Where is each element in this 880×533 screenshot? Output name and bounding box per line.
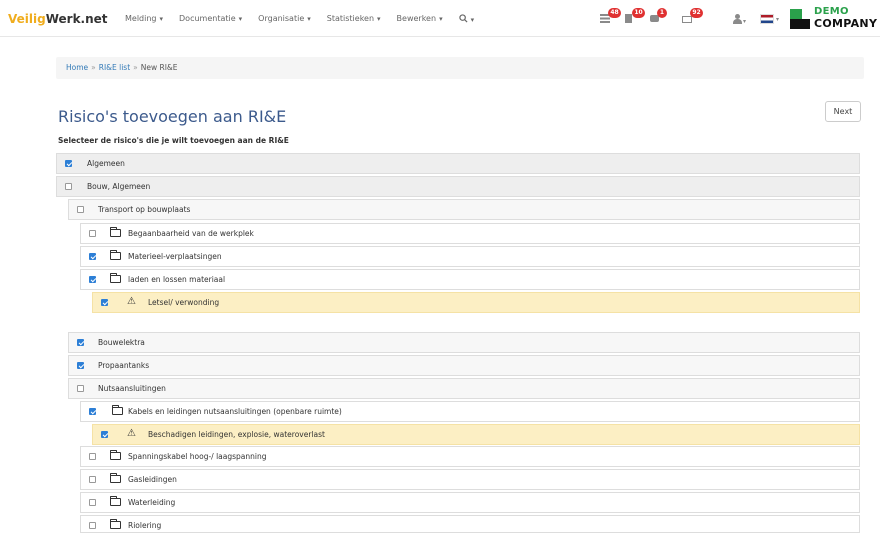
tree-row-riolering[interactable]: Riolering: [80, 515, 860, 533]
checkbox[interactable]: [77, 206, 84, 213]
menu-search[interactable]: ▾: [458, 14, 474, 25]
tree-row-gasleidingen[interactable]: Gasleidingen: [80, 469, 860, 490]
tree-row-label: Spanningskabel hoog-/ laagspanning: [128, 452, 267, 461]
checkbox[interactable]: [101, 431, 108, 438]
folder-icon: [110, 227, 121, 237]
company-logo-text: DEMO COMPANY: [814, 6, 878, 30]
checkbox[interactable]: [89, 408, 96, 415]
brand-part2: Werk.net: [45, 12, 108, 26]
menu-statistieken[interactable]: Statistieken ▾: [327, 14, 381, 25]
tree-row-label: Riolering: [128, 521, 162, 530]
tree-row-label: Propaantanks: [98, 361, 150, 370]
document-icon: [625, 14, 632, 23]
folder-icon: [110, 250, 121, 260]
menu-documentatie[interactable]: Documentatie ▾: [179, 14, 242, 25]
tree-row-bouwelektra[interactable]: Bouwelektra: [68, 332, 860, 353]
tree-row-letsel[interactable]: ⚠ Letsel/ verwonding: [92, 292, 860, 313]
checkbox[interactable]: [89, 522, 96, 529]
menu-organisatie[interactable]: Organisatie ▾: [258, 14, 311, 25]
menu-bewerken[interactable]: Bewerken ▾: [397, 14, 443, 25]
company-logo: DEMO COMPANY: [790, 6, 878, 34]
warning-icon: ⚠: [127, 296, 136, 307]
checkbox[interactable]: [89, 253, 96, 260]
checkbox[interactable]: [89, 276, 96, 283]
tree-row-label: Kabels en leidingen nutsaansluitingen (o…: [128, 407, 342, 416]
tree-row-nutsaansluitingen[interactable]: Nutsaansluitingen: [68, 378, 860, 399]
folder-icon: [110, 450, 121, 460]
mail-badge: 92: [690, 8, 703, 18]
tree-row-label: Materieel-verplaatsingen: [128, 252, 222, 261]
checkbox[interactable]: [77, 339, 84, 346]
checkbox[interactable]: [89, 476, 96, 483]
folder-icon: [110, 473, 121, 483]
tree-row-label: Letsel/ verwonding: [148, 298, 220, 307]
checkbox[interactable]: [101, 299, 108, 306]
main-menu: Melding ▾ Documentatie ▾ Organisatie ▾ Stat…: [125, 14, 490, 25]
tree-row-spanningskabel[interactable]: Spanningskabel hoog-/ laagspanning: [80, 446, 860, 467]
next-button[interactable]: Next: [825, 101, 861, 122]
brand-logo[interactable]: VeiligWerk.net: [8, 12, 108, 26]
chevron-down-icon: ▾: [743, 18, 747, 25]
tasks-badge: 48: [608, 8, 621, 18]
checkbox[interactable]: [77, 362, 84, 369]
checkbox[interactable]: [77, 385, 84, 392]
tree-row-label: Transport op bouwplaats: [98, 205, 191, 214]
folder-icon: [110, 273, 121, 283]
brand-part1: Veilig: [8, 12, 46, 26]
tree-row-propaantanks[interactable]: Propaantanks: [68, 355, 860, 376]
checkbox[interactable]: [65, 160, 72, 167]
checkbox[interactable]: [89, 453, 96, 460]
checkbox[interactable]: [89, 230, 96, 237]
tree-row-label: Waterleiding: [128, 498, 176, 507]
tree-row-waterleiding[interactable]: Waterleiding: [80, 492, 860, 513]
menu-melding[interactable]: Melding ▾: [125, 14, 163, 25]
tree-row-label: Nutsaansluitingen: [98, 384, 166, 393]
checkbox[interactable]: [65, 183, 72, 190]
tree-row-materieel[interactable]: Materieel-verplaatsingen: [80, 246, 860, 267]
tree-row-bouw-algemeen[interactable]: Bouw, Algemeen: [56, 176, 860, 197]
breadcrumb: Home» RI&E list» New RI&E: [56, 57, 864, 79]
folder-icon: [110, 496, 121, 506]
company-logo-mark: [790, 9, 810, 29]
chat-badge: 1: [657, 8, 667, 18]
checkbox[interactable]: [89, 499, 96, 506]
language-flag-icon[interactable]: [760, 14, 774, 24]
language-caret-icon: ▾: [776, 16, 780, 23]
documents-badge: 10: [632, 8, 645, 18]
tree-row-laden-lossen[interactable]: laden en lossen materiaal: [80, 269, 860, 290]
tree-row-label: laden en lossen materiaal: [128, 275, 226, 284]
user-menu[interactable]: ▾: [732, 14, 746, 26]
folder-icon: [110, 519, 121, 529]
top-navbar: VeiligWerk.net Melding ▾ Documentatie ▾ Or…: [0, 0, 880, 37]
tree-row-label: Bouw, Algemeen: [87, 182, 151, 191]
tree-row-transport[interactable]: Transport op bouwplaats: [68, 199, 860, 220]
breadcrumb-rie-list[interactable]: RI&E list: [99, 63, 130, 72]
tree-row-algemeen[interactable]: Algemeen: [56, 153, 860, 174]
folder-icon: [112, 405, 123, 415]
tree-row-label: Bouwelektra: [98, 338, 145, 347]
page-title: Risico's toevoegen aan RI&E: [58, 107, 287, 126]
tree-row-label: Gasleidingen: [128, 475, 177, 484]
search-icon: [458, 14, 468, 23]
warning-icon: ⚠: [127, 428, 136, 439]
tree-row-beschadigen[interactable]: ⚠ Beschadigen leidingen, explosie, water…: [92, 424, 860, 445]
page-subtitle: Selecteer de risico's die je wilt toevoe…: [58, 136, 289, 145]
mail-icon: [682, 16, 692, 23]
tree-row-kabels[interactable]: Kabels en leidingen nutsaansluitingen (o…: [80, 401, 860, 422]
breadcrumb-home[interactable]: Home: [66, 63, 88, 72]
tree-row-label: Beschadigen leidingen, explosie, waterov…: [148, 430, 325, 439]
breadcrumb-current: New RI&E: [140, 63, 178, 72]
tree-row-label: Algemeen: [87, 159, 125, 168]
tree-row-begaanbaarheid[interactable]: Begaanbaarheid van de werkplek: [80, 223, 860, 244]
tree-row-label: Begaanbaarheid van de werkplek: [128, 229, 254, 238]
